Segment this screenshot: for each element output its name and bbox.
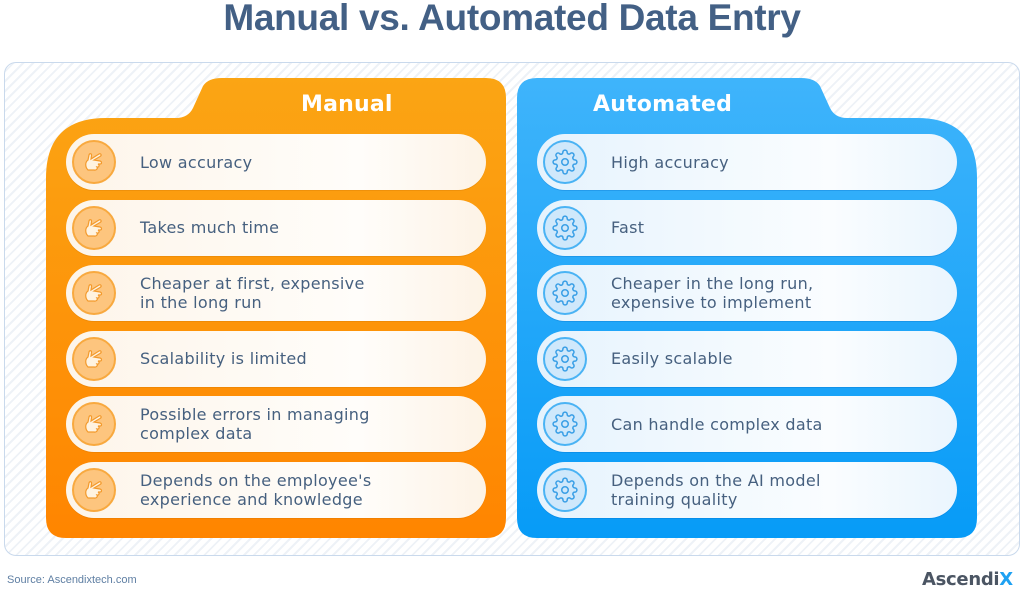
manual-item: Possible errors in managing complex data — [66, 396, 486, 452]
manual-item-text: Cheaper at first, expensive in the long … — [140, 274, 365, 312]
brand-logo-accent: X — [999, 569, 1013, 589]
automated-item: High accuracy — [537, 134, 957, 190]
gear-icon — [543, 402, 587, 446]
page-title: Manual vs. Automated Data Entry — [223, 0, 801, 38]
source-credit: Source: Ascendixtech.com — [7, 574, 137, 586]
brand-logo: AscendiX — [922, 569, 1013, 589]
manual-item-text: Scalability is limited — [140, 349, 307, 368]
gear-icon — [543, 336, 587, 381]
automated-item-text: Depends on the AI model training quality — [611, 470, 821, 509]
automated-item: Can handle complex data — [537, 396, 957, 452]
automated-heading: Automated — [593, 92, 733, 117]
automated-item-text: High accuracy — [611, 152, 729, 172]
automated-item: Depends on the AI model training quality — [537, 461, 957, 518]
manual-item: Takes much time — [66, 199, 486, 256]
pointing-hand-icon — [72, 467, 116, 512]
manual-item-text: Takes much time — [140, 218, 280, 237]
pointing-hand-icon — [72, 402, 116, 446]
manual-item-text: Low accuracy — [140, 152, 253, 172]
gear-icon — [543, 140, 587, 184]
automated-item-text: Cheaper in the long run, expensive to im… — [611, 274, 814, 312]
gear-icon — [543, 467, 587, 512]
pointing-hand-icon — [72, 205, 116, 250]
brand-logo-text: Ascendi — [922, 569, 1000, 589]
pointing-hand-icon — [72, 140, 116, 184]
manual-item: Low accuracy — [66, 134, 486, 190]
automated-list: High accuracy Fast Cheaper in the long r… — [537, 134, 957, 527]
manual-item-text: Possible errors in managing complex data — [140, 405, 370, 443]
manual-item-text: Depends on the employee's experience and… — [140, 470, 372, 509]
gear-icon — [543, 205, 587, 250]
automated-item: Easily scalable — [537, 330, 957, 387]
automated-item-text: Can handle complex data — [611, 414, 823, 434]
manual-list: Low accuracy Takes much time Cheaper at … — [66, 134, 486, 527]
manual-panel: Manual Low accuracy Takes much time Chea… — [46, 78, 506, 538]
automated-panel: Automated High accuracy Fast Cheaper in … — [517, 78, 977, 538]
manual-item: Depends on the employee's experience and… — [66, 461, 486, 518]
automated-item: Cheaper in the long run, expensive to im… — [537, 265, 957, 321]
pointing-hand-icon — [72, 271, 116, 315]
automated-item: Fast — [537, 199, 957, 256]
pointing-hand-icon — [72, 336, 116, 381]
automated-item-text: Easily scalable — [611, 349, 733, 368]
automated-item-text: Fast — [611, 218, 645, 237]
manual-item: Cheaper at first, expensive in the long … — [66, 265, 486, 321]
manual-item: Scalability is limited — [66, 330, 486, 387]
manual-heading: Manual — [301, 92, 393, 117]
gear-icon — [543, 271, 587, 315]
